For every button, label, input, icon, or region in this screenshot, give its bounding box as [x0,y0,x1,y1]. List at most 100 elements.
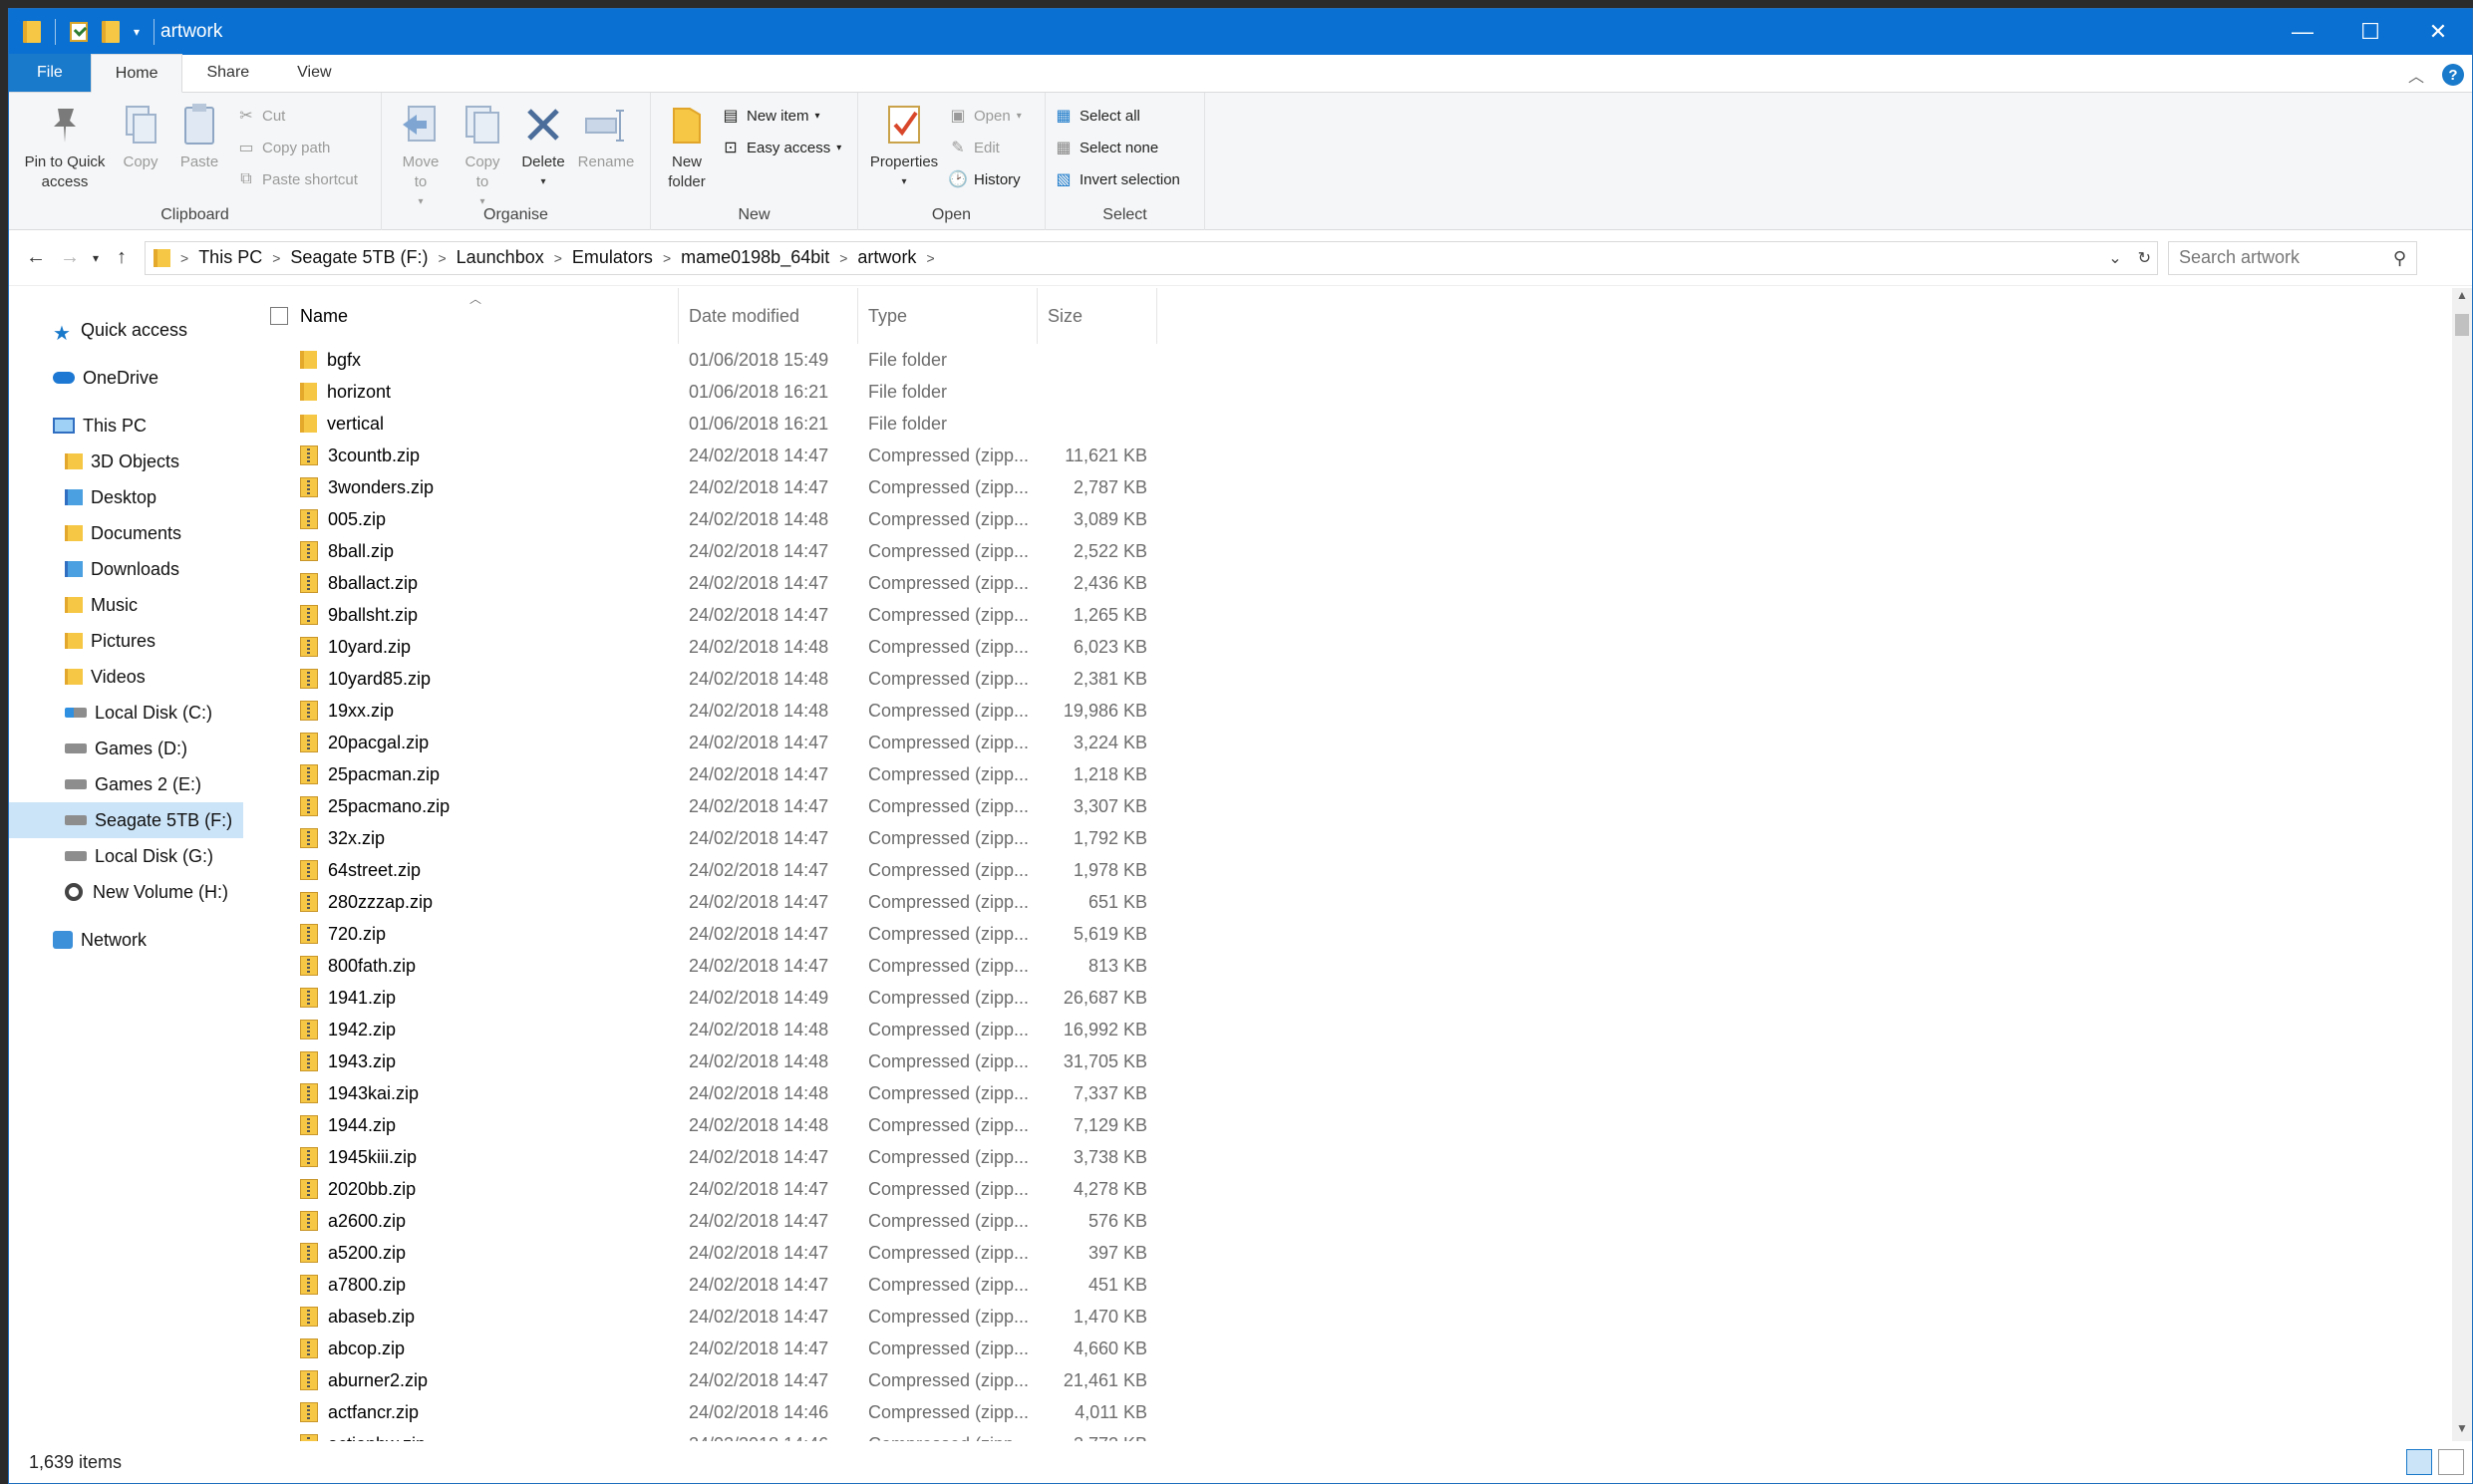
table-row[interactable]: 25pacman.zip 24/02/2018 14:47 Compressed (… [252,758,2452,790]
table-row[interactable]: a7800.zip 24/02/2018 14:47 Compressed (zip… [252,1269,2452,1301]
table-row[interactable]: 19xx.zip 24/02/2018 14:48 Compressed (zipp… [252,695,2452,727]
table-row[interactable]: 8ball.zip 24/02/2018 14:47 Compressed (zip… [252,535,2452,567]
breadcrumb-launchbox[interactable]: Launchbox [451,247,550,268]
table-row[interactable]: 280zzzap.zip 24/02/2018 14:47 Compressed (… [252,886,2452,918]
table-row[interactable]: vertical 01/06/2018 16:21 File folder [252,408,2452,440]
new-folder-button[interactable]: New folder [659,99,715,194]
pin-to-quick-access-button[interactable]: Pin to Quick access [17,99,113,194]
table-row[interactable]: 800fath.zip 24/02/2018 14:47 Compressed (z… [252,950,2452,982]
nav-item[interactable]: Network [9,922,243,958]
chevron-right-icon[interactable]: > [659,250,675,266]
details-view-icon[interactable] [2406,1449,2432,1475]
cut-button[interactable]: ✂ Cut [236,103,358,129]
chevron-right-icon[interactable]: > [268,250,284,266]
breadcrumb-seagate[interactable]: Seagate 5TB (F:) [284,247,434,268]
table-row[interactable]: horizont 01/06/2018 16:21 File folder [252,376,2452,408]
table-row[interactable]: actionhw.zip 24/02/2018 14:46Compressed (… [252,1428,2452,1441]
up-icon[interactable]: ↑ [105,241,139,275]
move-to-button[interactable]: Move to ▾ [390,99,452,214]
nav-item[interactable]: This PC [9,408,243,444]
paste-button[interactable]: Paste [168,99,230,174]
close-icon[interactable]: ✕ [2404,9,2472,55]
breadcrumb-mame[interactable]: mame0198b_64bit [675,247,835,268]
select-all-button[interactable]: ▦ Select all [1054,103,1180,129]
table-row[interactable]: 1943kai.zip 24/02/2018 14:48 Compressed (z… [252,1077,2452,1109]
easy-access-button[interactable]: ⊡ Easy access ▾ [721,135,841,160]
column-header-type[interactable]: Type [858,288,1038,344]
chevron-up-icon[interactable]: ︿ [2408,63,2424,87]
column-header-date[interactable]: Date modified [679,288,858,344]
table-row[interactable]: 3countb.zip 24/02/2018 14:47 Compressed (z… [252,440,2452,471]
table-row[interactable]: bgfx 01/06/2018 15:49 File folder [252,344,2452,376]
table-row[interactable]: 10yard85.zip 24/02/2018 14:48 Compressed (… [252,663,2452,695]
nav-item[interactable]: Pictures [9,623,243,659]
properties-button[interactable]: Properties ▾ [866,99,942,194]
table-row[interactable]: 20pacgal.zip 24/02/2018 14:47 Compressed (… [252,727,2452,758]
chevron-down-icon[interactable]: ▾ [134,25,140,39]
table-row[interactable]: a2600.zip 24/02/2018 14:47 Compressed (zip… [252,1205,2452,1237]
table-row[interactable]: 720.zip 24/02/2018 14:47 Compressed (zipp.… [252,918,2452,950]
help-icon[interactable]: ? [2442,64,2464,86]
rename-button[interactable]: Rename [573,99,639,174]
table-row[interactable]: 1945kiii.zip 24/02/2018 14:47 Compressed (… [252,1141,2452,1173]
nav-item[interactable]: Downloads [9,551,243,587]
chevron-right-icon[interactable]: > [550,250,566,266]
table-row[interactable]: 1943.zip 24/02/2018 14:48 Compressed (zipp… [252,1045,2452,1077]
nav-item[interactable]: OneDrive [9,360,243,396]
table-row[interactable]: actfancr.zip 24/02/2018 14:46 Compressed (… [252,1396,2452,1428]
table-row[interactable]: 9ballsht.zip 24/02/2018 14:47 Compressed (… [252,599,2452,631]
table-row[interactable]: 10yard.zip 24/02/2018 14:48 Compressed (zi… [252,631,2452,663]
nav-item[interactable]: Games 2 (E:) [9,766,243,802]
nav-item[interactable]: Music [9,587,243,623]
copy-path-button[interactable]: ▭ Copy path [236,135,358,160]
refresh-icon[interactable]: ↻ [2138,248,2151,268]
table-row[interactable]: abaseb.zip 24/02/2018 14:47 Compressed (zi… [252,1301,2452,1333]
table-row[interactable]: 005.zip 24/02/2018 14:48 Compressed (zipp.… [252,503,2452,535]
column-header-name[interactable]: Name ︿ [290,288,679,344]
select-all-checkbox[interactable] [270,307,288,325]
nav-item[interactable]: Documents [9,515,243,551]
table-row[interactable]: 32x.zip 24/02/2018 14:47 Compressed (zipp.… [252,822,2452,854]
copy-to-button[interactable]: Copy to ▾ [452,99,513,214]
chevron-right-icon[interactable]: > [922,250,938,266]
nav-item[interactable]: Seagate 5TB (F:) [9,802,243,838]
table-row[interactable]: 1941.zip 24/02/2018 14:49 Compressed (zipp… [252,982,2452,1014]
chevron-right-icon[interactable]: > [176,250,192,266]
invert-selection-button[interactable]: ▧ Invert selection [1054,166,1179,192]
table-row[interactable]: 2020bb.zip 24/02/2018 14:47 Compressed (zi… [252,1173,2452,1205]
table-row[interactable]: a5200.zip 24/02/2018 14:47 Compressed (zip… [252,1237,2452,1269]
nav-item[interactable]: Local Disk (C:) [9,695,243,731]
scroll-thumb[interactable] [2455,314,2469,336]
copy-button[interactable]: Copy [113,99,168,174]
back-icon[interactable]: ← [19,241,53,275]
minimize-icon[interactable]: — [2269,9,2336,55]
scroll-up-icon[interactable]: ▲ [2452,288,2472,308]
open-button[interactable]: ▣ Open ▾ [948,103,1021,129]
delete-button[interactable]: Delete ▾ [513,99,573,194]
column-header-size[interactable]: Size [1038,288,1157,344]
table-row[interactable]: aburner2.zip 24/02/2018 14:47 Compressed (… [252,1364,2452,1396]
breadcrumb-this-pc[interactable]: This PC [192,247,268,268]
address-bar[interactable]: > This PC > Seagate 5TB (F:) > Launchbox… [145,240,2158,275]
table-row[interactable]: 1944.zip 24/02/2018 14:48 Compressed (zipp… [252,1109,2452,1141]
nav-item[interactable]: Local Disk (G:) [9,838,243,874]
edit-button[interactable]: ✎ Edit [948,135,1022,160]
table-row[interactable]: abcop.zip 24/02/2018 14:47 Compressed (zip… [252,1333,2452,1364]
nav-item[interactable]: New Volume (H:) [9,874,243,910]
tab-view[interactable]: View [273,54,355,92]
forward-icon[interactable]: → [53,241,87,275]
chevron-down-icon[interactable]: ⌄ [2108,248,2121,268]
search-input[interactable]: Search artwork ⚲ [2168,240,2417,275]
maximize-icon[interactable]: ☐ [2336,9,2404,55]
tab-home[interactable]: Home [90,54,183,93]
history-button[interactable]: 🕑 History [948,166,1022,192]
properties-icon[interactable] [70,22,88,42]
breadcrumb-emulators[interactable]: Emulators [566,247,659,268]
select-none-button[interactable]: ▦ Select none [1054,135,1180,160]
vertical-scrollbar[interactable]: ▲ ▼ [2452,288,2472,1441]
new-item-button[interactable]: ▤ New item ▾ [721,103,841,129]
new-folder-icon[interactable] [102,21,120,43]
large-icons-view-icon[interactable] [2438,1449,2464,1475]
nav-item[interactable]: Games (D:) [9,731,243,766]
tab-file[interactable]: File [9,54,91,92]
